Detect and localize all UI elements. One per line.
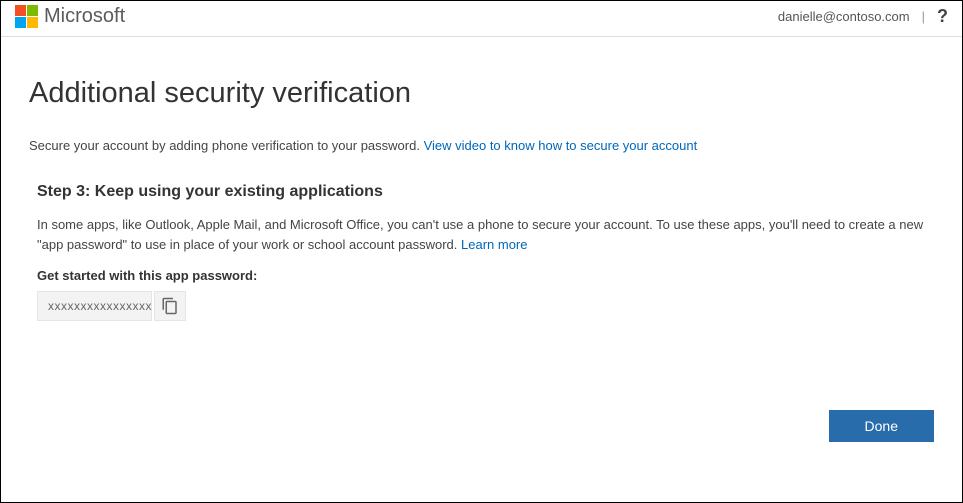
main-content: Additional security verification Secure … xyxy=(1,37,962,321)
header-bar: Microsoft danielle@contoso.com | ? xyxy=(1,1,962,37)
page-title: Additional security verification xyxy=(29,77,934,110)
microsoft-logo-icon xyxy=(15,5,38,28)
step-description: In some apps, like Outlook, Apple Mail, … xyxy=(37,215,926,254)
subtext-prefix: Secure your account by adding phone veri… xyxy=(29,138,424,153)
app-password-row: xxxxxxxxxxxxxxxx xyxy=(37,291,926,321)
header-right: danielle@contoso.com | ? xyxy=(778,6,948,27)
step-title: Step 3: Keep using your existing applica… xyxy=(37,183,926,201)
user-email: danielle@contoso.com xyxy=(778,9,910,24)
help-button[interactable]: ? xyxy=(937,6,948,27)
brand: Microsoft xyxy=(15,5,125,28)
copy-icon xyxy=(161,297,179,315)
header-divider: | xyxy=(922,9,925,24)
app-password-label: Get started with this app password: xyxy=(37,268,926,283)
done-button[interactable]: Done xyxy=(829,410,934,442)
step-section: Step 3: Keep using your existing applica… xyxy=(29,183,934,321)
brand-name: Microsoft xyxy=(44,5,125,28)
page-subtext: Secure your account by adding phone veri… xyxy=(29,138,934,153)
learn-more-link[interactable]: Learn more xyxy=(461,237,527,252)
video-link[interactable]: View video to know how to secure your ac… xyxy=(424,138,698,153)
copy-password-button[interactable] xyxy=(154,291,186,321)
app-password-value: xxxxxxxxxxxxxxxx xyxy=(37,291,152,321)
footer-actions: Done xyxy=(829,410,934,442)
